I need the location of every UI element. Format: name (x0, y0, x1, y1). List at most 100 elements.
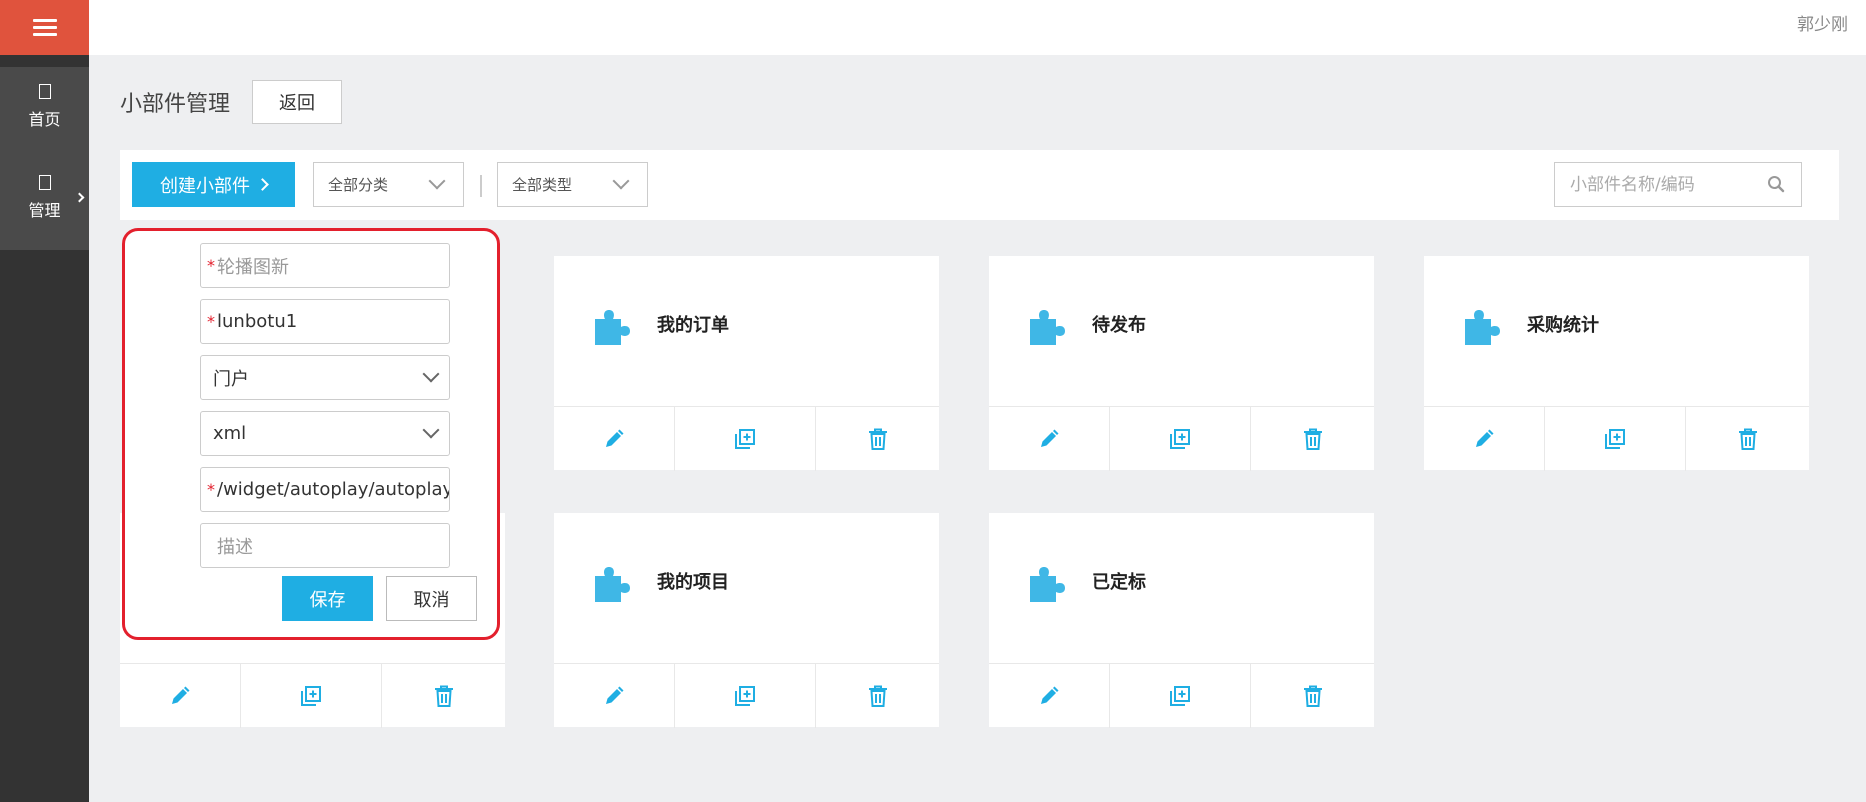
delete-button[interactable] (816, 407, 939, 471)
widget-name: 我的项目 (657, 572, 729, 593)
copy-icon (735, 429, 755, 449)
delete-icon (1303, 685, 1322, 707)
cancel-button[interactable]: 取消 (386, 576, 477, 621)
edit-icon (1041, 429, 1059, 447)
edit-button[interactable] (554, 664, 675, 728)
xml-value: /widget/autoplay/autoplay.xml (217, 479, 450, 500)
type-row: 类型 xml (125, 411, 497, 456)
required-mark: * (207, 480, 215, 499)
save-button[interactable]: 保存 (282, 576, 373, 621)
copy-icon (1170, 429, 1190, 449)
category-value: 门户 (213, 368, 249, 390)
back-button[interactable]: 返回 (252, 80, 342, 124)
delete-button[interactable] (1251, 664, 1374, 728)
name-field[interactable]: * 轮播图新 (200, 243, 450, 288)
edit-icon (172, 686, 190, 704)
delete-button[interactable] (382, 664, 505, 728)
widget-card: 我的项目 (554, 513, 939, 728)
delete-button[interactable] (1251, 407, 1374, 471)
menu-toggle-button[interactable] (0, 0, 89, 55)
delete-icon (1303, 428, 1322, 450)
widget-card: 我的订单 (554, 256, 939, 471)
card-actions (989, 663, 1374, 728)
top-bar: 郭少刚 (89, 0, 1866, 55)
widget-card: 采购统计 (1424, 256, 1809, 471)
category-select[interactable]: 门户 (200, 355, 450, 400)
edit-button[interactable] (554, 407, 675, 471)
search-icon[interactable] (1767, 175, 1785, 193)
card-header[interactable]: 采购统计 (1424, 256, 1809, 406)
copy-button[interactable] (1545, 407, 1686, 471)
card-actions (989, 406, 1374, 471)
chevron-down-icon (422, 421, 440, 439)
sidebar-item-manage[interactable]: 管理 (0, 158, 89, 238)
chevron-down-icon (428, 172, 446, 190)
card-header[interactable]: 已定标 (989, 513, 1374, 663)
code-value: lunbotu1 (217, 311, 298, 332)
sidebar-item-label: 首页 (28, 110, 61, 129)
delete-button[interactable] (816, 664, 939, 728)
create-widget-button[interactable]: 创建小部件 (132, 162, 295, 207)
card-header[interactable]: 我的订单 (554, 256, 939, 406)
edit-button[interactable] (120, 664, 241, 728)
card-actions (1424, 406, 1809, 471)
chevron-right-icon (74, 192, 85, 203)
type-filter-value: 全部类型 (512, 176, 573, 194)
card-header[interactable]: 待发布 (989, 256, 1374, 406)
edit-button[interactable] (989, 407, 1110, 471)
description-row: 描述 描述 (125, 523, 497, 568)
delete-icon (434, 685, 453, 707)
delete-button[interactable] (1686, 407, 1809, 471)
category-filter-select[interactable]: 全部分类 (313, 162, 464, 207)
code-field[interactable]: * lunbotu1 (200, 299, 450, 344)
copy-button[interactable] (675, 664, 816, 728)
type-select[interactable]: xml (200, 411, 450, 456)
required-mark: * (207, 256, 215, 275)
search-input[interactable] (1555, 163, 1765, 206)
widget-card: 待发布 (989, 256, 1374, 471)
copy-button[interactable] (241, 664, 382, 728)
sidebar-nav: 首页 管理 (0, 67, 89, 250)
copy-button[interactable] (1110, 664, 1251, 728)
user-name[interactable]: 郭少刚 (1797, 10, 1848, 35)
puzzle-icon (1030, 310, 1065, 345)
chevron-right-icon (256, 178, 269, 191)
hamburger-icon (32, 15, 57, 40)
copy-icon (1605, 429, 1625, 449)
search-box (1554, 162, 1802, 207)
edit-button[interactable] (989, 664, 1110, 728)
widget-card: 已定标 (989, 513, 1374, 728)
widget-name: 采购统计 (1527, 315, 1599, 336)
edit-button[interactable] (1424, 407, 1545, 471)
chevron-down-icon (422, 365, 440, 383)
home-icon (38, 84, 51, 99)
widget-name: 待发布 (1092, 315, 1146, 336)
code-row: 编码 * lunbotu1 (125, 299, 497, 344)
widget-name: 我的订单 (657, 315, 729, 336)
copy-button[interactable] (675, 407, 816, 471)
chevron-down-icon (612, 172, 630, 190)
name-placeholder: 轮播图新 (217, 256, 289, 278)
card-actions (554, 406, 939, 471)
card-actions (554, 663, 939, 728)
edit-icon (606, 686, 624, 704)
xml-field[interactable]: * /widget/autoplay/autoplay.xml (200, 467, 450, 512)
copy-button[interactable] (1110, 407, 1251, 471)
description-field[interactable]: 描述 (200, 523, 450, 568)
puzzle-icon (1465, 310, 1500, 345)
xml-row: xml * /widget/autoplay/autoplay.xml (125, 467, 497, 512)
divider (480, 175, 482, 197)
sidebar: 首页 管理 (0, 0, 89, 802)
widget-name: 已定标 (1092, 572, 1146, 593)
copy-icon (301, 686, 321, 706)
sidebar-item-home[interactable]: 首页 (0, 67, 89, 147)
toolbar: 创建小部件 全部分类 全部类型 (120, 150, 1839, 220)
type-filter-select[interactable]: 全部类型 (497, 162, 648, 207)
create-widget-form: 名称 * 轮播图新 编码 * lunbotu1 分类 门户 类型 xml xml… (122, 228, 500, 640)
required-mark: * (207, 312, 215, 331)
puzzle-icon (595, 310, 630, 345)
type-value: xml (213, 423, 247, 444)
puzzle-icon (595, 567, 630, 602)
card-header[interactable]: 我的项目 (554, 513, 939, 663)
page-title: 小部件管理 (120, 92, 231, 117)
